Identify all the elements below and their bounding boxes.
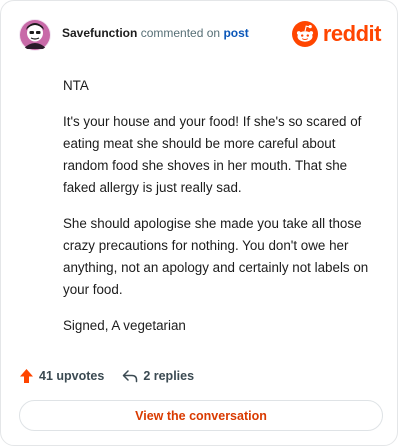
reply-arrow-icon [123,370,138,383]
comment-meta: Savefunction commented on post [62,26,249,40]
comment-paragraph: She should apologise she made you take a… [63,216,369,297]
replies-count: 2 replies [143,369,195,383]
action-text: commented on [140,26,221,40]
post-link[interactable]: post [223,26,248,40]
comment-card: Savefunction commented on post reddit NT… [0,0,398,446]
comment-footer: 41 upvotes 2 replies [19,366,194,386]
reddit-logo[interactable]: reddit [291,19,382,49]
brand-wordmark: reddit [322,21,382,46]
card-header: Savefunction commented on post reddit [19,15,382,55]
username[interactable]: Savefunction [62,26,137,40]
comment-paragraph: NTA [63,78,89,93]
avatar[interactable] [19,19,51,51]
replies-stat[interactable]: 2 replies [122,369,194,383]
upvote-arrow-icon [20,369,33,383]
comment-body: NTA It's your house and your food! If sh… [63,75,379,351]
view-conversation-button[interactable]: View the conversation [19,400,383,431]
reddit-logo-icon [291,21,318,47]
upvotes-stat[interactable]: 41 upvotes [19,368,104,384]
upvotes-count: 41 upvotes [39,369,105,383]
comment-paragraph: It's your house and your food! If she's … [63,114,362,195]
comment-paragraph: Signed, A vegetarian [63,318,186,333]
